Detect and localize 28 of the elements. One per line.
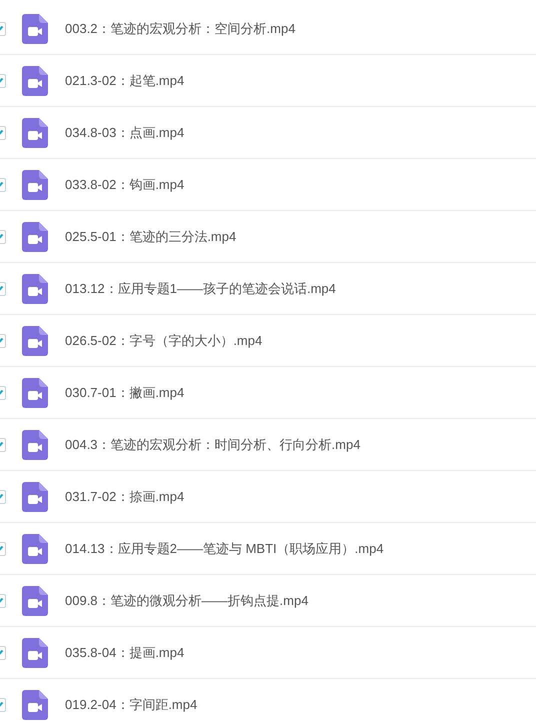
file-name[interactable]: 021.3-02：起笔.mp4 [65,70,184,90]
file-name[interactable]: 026.5-02：字号（字的大小）.mp4 [65,330,262,350]
video-file-icon [22,378,48,408]
file-name[interactable]: 033.8-02：钩画.mp4 [65,174,184,194]
video-file-icon [22,14,48,44]
video-file-icon [22,118,48,148]
video-file-icon [22,534,48,564]
file-name[interactable]: 014.13：应用专题2——笔迹与 MBTI（职场应用）.mp4 [65,538,384,558]
file-name[interactable]: 004.3：笔迹的宏观分析：时间分析、行向分析.mp4 [65,434,360,454]
file-name[interactable]: 030.7-01：撇画.mp4 [65,382,184,402]
video-file-icon [22,586,48,616]
video-file-icon [22,222,48,252]
video-file-icon [22,482,48,512]
file-name[interactable]: 003.2：笔迹的宏观分析：空间分析.mp4 [65,18,296,38]
file-name[interactable]: 019.2-04：字间距.mp4 [65,694,198,714]
video-file-icon [22,326,48,356]
file-name[interactable]: 013.12：应用专题1——孩子的笔迹会说话.mp4 [65,278,336,298]
file-name[interactable]: 009.8：笔迹的微观分析——折钩点提.mp4 [65,590,308,610]
video-file-icon [22,638,48,668]
video-file-icon [22,430,48,460]
video-file-icon [22,690,48,720]
file-name[interactable]: 025.5-01：笔迹的三分法.mp4 [65,226,236,246]
video-file-icon [22,66,48,96]
file-name[interactable]: 035.8-04：提画.mp4 [65,642,184,662]
file-name[interactable]: 034.8-03：点画.mp4 [65,122,184,142]
video-file-icon [22,170,48,200]
file-name[interactable]: 031.7-02：捺画.mp4 [65,486,184,506]
video-file-icon [22,274,48,304]
